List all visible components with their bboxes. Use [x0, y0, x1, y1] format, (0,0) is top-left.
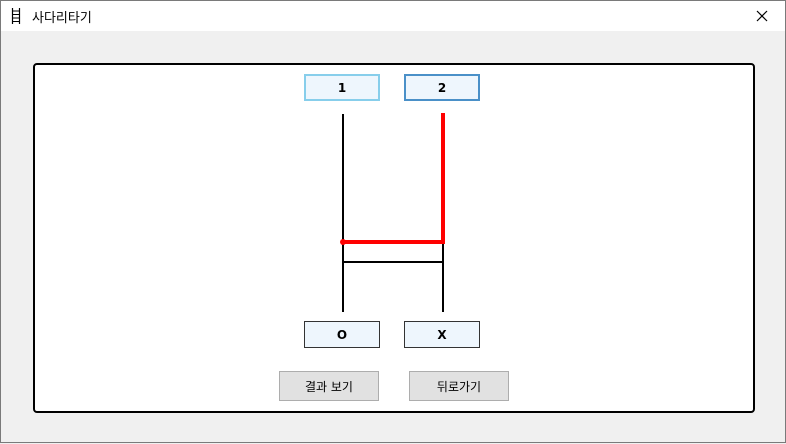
start-label-1: 1: [337, 80, 347, 95]
app-window: 사다리타기 1 2 O X 결과 보기 뒤로가기: [0, 0, 786, 443]
back-label: 뒤로가기: [436, 379, 482, 394]
back-button[interactable]: 뒤로가기: [409, 371, 509, 401]
start-label-2: 2: [437, 80, 447, 95]
result-label-1: O: [336, 327, 348, 342]
show-result-label: 결과 보기: [305, 379, 353, 394]
ladder-path-endpoint: [340, 239, 346, 245]
start-box-2[interactable]: 2: [404, 74, 480, 101]
show-result-button[interactable]: 결과 보기: [279, 371, 379, 401]
ladder-path-highlight: [343, 113, 445, 244]
ladder-diagram: [340, 113, 445, 312]
result-box-2: X: [404, 321, 480, 348]
result-box-1: O: [304, 321, 380, 348]
result-label-2: X: [437, 327, 447, 342]
start-box-1[interactable]: 1: [304, 74, 380, 101]
